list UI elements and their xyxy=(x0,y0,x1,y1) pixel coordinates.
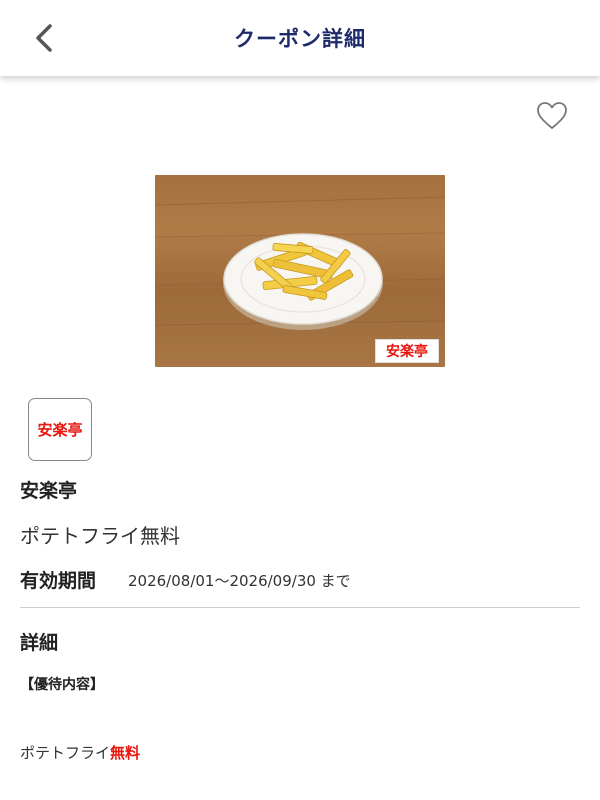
chevron-left-icon xyxy=(36,24,52,52)
favorite-button[interactable] xyxy=(534,98,570,134)
hero-brand-logo: 安楽亭 xyxy=(375,339,439,363)
benefit-text: ポテトフライ xyxy=(20,744,111,762)
store-logo: 安楽亭 xyxy=(28,398,92,461)
store-logo-text: 安楽亭 xyxy=(37,421,83,439)
app-header: クーポン詳細 xyxy=(0,0,600,76)
coupon-image: 安楽亭 xyxy=(155,175,445,367)
coupon-title: ポテトフライ無料 xyxy=(20,524,180,548)
divider xyxy=(20,607,580,608)
validity-value: 2026/08/01〜2026/09/30 まで xyxy=(128,572,351,590)
back-button[interactable] xyxy=(26,18,62,58)
page-title: クーポン詳細 xyxy=(234,27,366,51)
store-name: 安楽亭 xyxy=(20,480,78,502)
details-heading: 詳細 xyxy=(20,632,59,654)
benefit-description: ポテトフライ無料 xyxy=(20,742,140,763)
heart-outline-icon xyxy=(537,102,567,129)
benefit-label: 【優待内容】 xyxy=(20,677,104,693)
benefit-highlight: 無料 xyxy=(110,744,141,762)
validity-label: 有効期間 xyxy=(20,570,97,592)
